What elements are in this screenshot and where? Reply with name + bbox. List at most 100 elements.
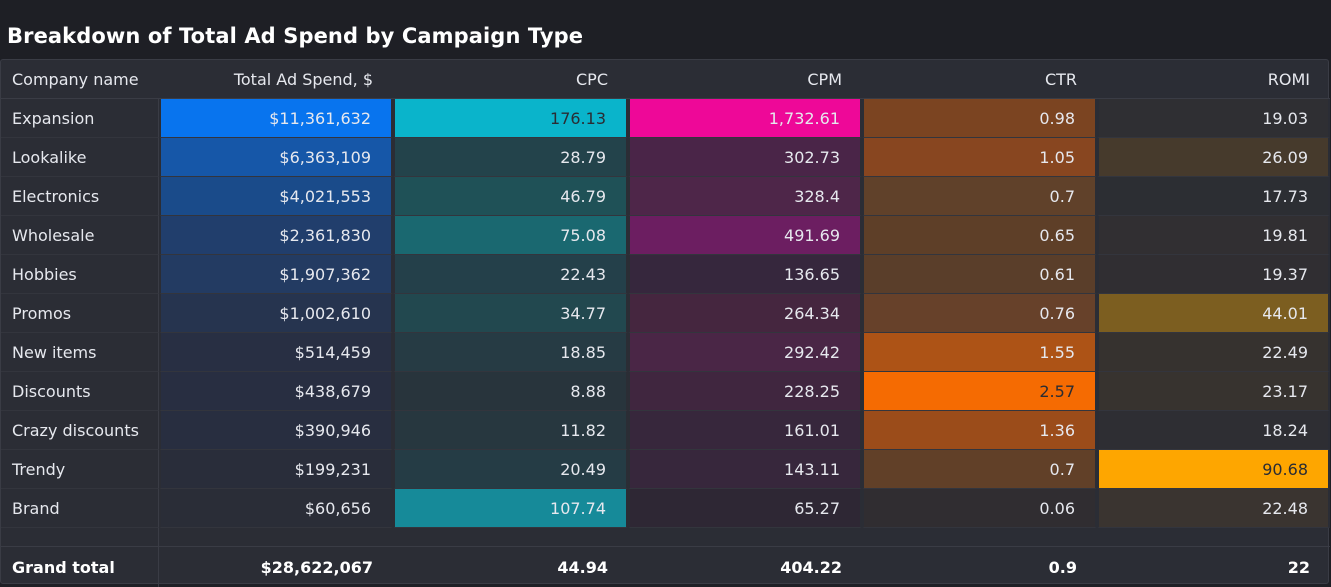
ctr-cell: 1.05 bbox=[862, 138, 1097, 177]
cpm-cell: 328.4 bbox=[628, 177, 862, 216]
ctr-cell: 1.36 bbox=[862, 411, 1097, 450]
cpm-cell: 1,732.61 bbox=[628, 99, 862, 138]
spend-cell: $60,656 bbox=[159, 489, 393, 528]
company-name-cell: Hobbies bbox=[1, 255, 159, 294]
spend-cell: $1,002,610 bbox=[159, 294, 393, 333]
table-header-row: Company name Total Ad Spend, $ CPC CPM C… bbox=[1, 60, 1330, 99]
spend-cell: $11,361,632 bbox=[159, 99, 393, 138]
ctr-cell: 2.57 bbox=[862, 372, 1097, 411]
table-row[interactable]: Brand $60,656 107.74 65.27 0.06 22.48 bbox=[1, 489, 1330, 528]
ctr-cell: 0.98 bbox=[862, 99, 1097, 138]
spend-cell: $4,021,553 bbox=[159, 177, 393, 216]
page-title: Breakdown of Total Ad Spend by Campaign … bbox=[7, 24, 584, 48]
cpc-cell: 8.88 bbox=[393, 372, 628, 411]
total-romi-cell: 22 bbox=[1287, 557, 1310, 577]
cpm-cell: 65.27 bbox=[628, 489, 862, 528]
table-row[interactable]: Hobbies $1,907,362 22.43 136.65 0.61 19.37 bbox=[1, 255, 1330, 294]
spend-cell: $199,231 bbox=[159, 450, 393, 489]
cpc-cell: 107.74 bbox=[393, 489, 628, 528]
spend-cell: $390,946 bbox=[159, 411, 393, 450]
company-name-cell: Lookalike bbox=[1, 138, 159, 177]
column-header-cpm[interactable]: CPM bbox=[628, 60, 862, 99]
ctr-cell: 0.76 bbox=[862, 294, 1097, 333]
column-header-cpc[interactable]: CPC bbox=[393, 60, 628, 99]
company-name-cell: Discounts bbox=[1, 372, 159, 411]
cpc-cell: 28.79 bbox=[393, 138, 628, 177]
spacer-cell bbox=[1, 528, 159, 547]
table-spacer-row bbox=[1, 528, 1330, 547]
spend-cell: $514,459 bbox=[159, 333, 393, 372]
breakdown-table: Company name Total Ad Spend, $ CPC CPM C… bbox=[1, 60, 1330, 587]
romi-cell: 22.49 bbox=[1097, 333, 1330, 372]
romi-cell: 22.48 bbox=[1097, 489, 1330, 528]
ctr-cell: 0.06 bbox=[862, 489, 1097, 528]
total-ctr-cell: 0.9 bbox=[1048, 557, 1077, 577]
cpc-cell: 46.79 bbox=[393, 177, 628, 216]
spend-cell: $6,363,109 bbox=[159, 138, 393, 177]
ctr-cell: 0.61 bbox=[862, 255, 1097, 294]
company-name-cell: Brand bbox=[1, 489, 159, 528]
ctr-cell: 1.55 bbox=[862, 333, 1097, 372]
table-row[interactable]: Crazy discounts $390,946 11.82 161.01 1.36 18… bbox=[1, 411, 1330, 450]
cpm-cell: 228.25 bbox=[628, 372, 862, 411]
table-row[interactable]: Lookalike $6,363,109 28.79 302.73 1.05 26.09 bbox=[1, 138, 1330, 177]
romi-cell: 44.01 bbox=[1097, 294, 1330, 333]
spacer-cell bbox=[862, 528, 1097, 547]
column-header-romi[interactable]: ROMI bbox=[1097, 60, 1330, 99]
romi-cell: 26.09 bbox=[1097, 138, 1330, 177]
cpc-cell: 20.49 bbox=[393, 450, 628, 489]
spend-cell: $2,361,830 bbox=[159, 216, 393, 255]
ctr-cell: 0.65 bbox=[862, 216, 1097, 255]
romi-cell: 19.37 bbox=[1097, 255, 1330, 294]
data-table: Company name Total Ad Spend, $ CPC CPM C… bbox=[0, 59, 1330, 587]
table-row[interactable]: Electronics $4,021,553 46.79 328.4 0.7 17.73 bbox=[1, 177, 1330, 216]
spacer-cell bbox=[628, 528, 862, 547]
cpm-cell: 143.11 bbox=[628, 450, 862, 489]
romi-cell: 23.17 bbox=[1097, 372, 1330, 411]
ctr-cell: 0.7 bbox=[862, 177, 1097, 216]
total-spend-cell: $28,622,067 bbox=[260, 557, 373, 577]
total-cpc-cell: 44.94 bbox=[557, 557, 608, 577]
table-row[interactable]: New items $514,459 18.85 292.42 1.55 22.49 bbox=[1, 333, 1330, 372]
ctr-cell: 0.7 bbox=[862, 450, 1097, 489]
column-header-ctr[interactable]: CTR bbox=[862, 60, 1097, 99]
cpc-cell: 22.43 bbox=[393, 255, 628, 294]
romi-cell: 18.24 bbox=[1097, 411, 1330, 450]
column-header-company-name[interactable]: Company name bbox=[1, 60, 159, 99]
table-row[interactable]: Wholesale $2,361,830 75.08 491.69 0.65 19.81 bbox=[1, 216, 1330, 255]
grand-total-label: Grand total bbox=[1, 547, 159, 587]
romi-cell: 90.68 bbox=[1097, 450, 1330, 489]
grand-total-row: Grand total $28,622,067 44.94 404.22 0.9 22 bbox=[1, 547, 1330, 587]
company-name-cell: Promos bbox=[1, 294, 159, 333]
romi-cell: 19.03 bbox=[1097, 99, 1330, 138]
company-name-cell: New items bbox=[1, 333, 159, 372]
cpm-cell: 264.34 bbox=[628, 294, 862, 333]
cpm-cell: 161.01 bbox=[628, 411, 862, 450]
table-row[interactable]: Discounts $438,679 8.88 228.25 2.57 23.17 bbox=[1, 372, 1330, 411]
cpc-cell: 11.82 bbox=[393, 411, 628, 450]
spacer-cell bbox=[1097, 528, 1330, 547]
company-name-cell: Expansion bbox=[1, 99, 159, 138]
cpm-cell: 302.73 bbox=[628, 138, 862, 177]
company-name-cell: Trendy bbox=[1, 450, 159, 489]
spend-cell: $1,907,362 bbox=[159, 255, 393, 294]
spacer-cell bbox=[393, 528, 628, 547]
company-name-cell: Crazy discounts bbox=[1, 411, 159, 450]
cpc-cell: 75.08 bbox=[393, 216, 628, 255]
cpc-cell: 34.77 bbox=[393, 294, 628, 333]
romi-cell: 19.81 bbox=[1097, 216, 1330, 255]
cpm-cell: 292.42 bbox=[628, 333, 862, 372]
company-name-cell: Wholesale bbox=[1, 216, 159, 255]
spend-cell: $438,679 bbox=[159, 372, 393, 411]
cpc-cell: 18.85 bbox=[393, 333, 628, 372]
total-cpm-cell: 404.22 bbox=[780, 557, 842, 577]
cpm-cell: 136.65 bbox=[628, 255, 862, 294]
cpm-cell: 491.69 bbox=[628, 216, 862, 255]
table-body: Expansion $11,361,632 176.13 1,732.61 0.98 19… bbox=[1, 99, 1330, 587]
column-header-total-ad-spend[interactable]: Total Ad Spend, $ bbox=[159, 60, 393, 99]
cpc-cell: 176.13 bbox=[393, 99, 628, 138]
romi-cell: 17.73 bbox=[1097, 177, 1330, 216]
table-row[interactable]: Expansion $11,361,632 176.13 1,732.61 0.98 19… bbox=[1, 99, 1330, 138]
table-row[interactable]: Promos $1,002,610 34.77 264.34 0.76 44.01 bbox=[1, 294, 1330, 333]
table-row[interactable]: Trendy $199,231 20.49 143.11 0.7 90.68 bbox=[1, 450, 1330, 489]
